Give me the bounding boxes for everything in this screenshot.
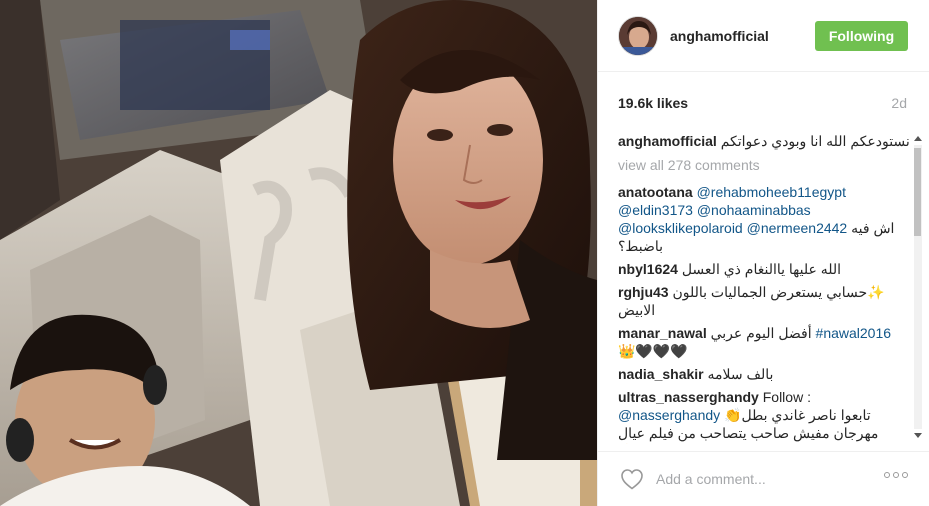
post-photo[interactable] bbox=[0, 0, 597, 506]
view-all-comments-link[interactable]: view all 278 comments bbox=[618, 156, 910, 174]
following-button[interactable]: Following bbox=[815, 21, 908, 51]
list-item: nadia_shakir بالف سلامه bbox=[618, 365, 910, 383]
comment-username[interactable]: nadia_shakir bbox=[618, 366, 704, 382]
comment-lead: Follow : bbox=[762, 389, 811, 405]
selfie-photo-illustration bbox=[0, 0, 597, 506]
dot-icon bbox=[884, 472, 890, 478]
comment-username[interactable]: manar_nawal bbox=[618, 325, 707, 341]
caption: anghamofficial نستودعكم الله انا وبودي د… bbox=[618, 132, 910, 150]
list-item: manar_nawal أفضل اليوم عربي #nawal2016 👑… bbox=[618, 324, 910, 360]
likes-count[interactable]: 19.6k likes bbox=[618, 95, 688, 111]
more-options-icon[interactable] bbox=[884, 472, 908, 478]
list-item: nbyl1624 الله عليها ياالنغام ذي العسل bbox=[618, 260, 910, 278]
add-comment-input[interactable] bbox=[656, 471, 856, 487]
comment-text: بالف سلامه bbox=[707, 366, 774, 382]
scroll-up-icon[interactable] bbox=[914, 136, 922, 141]
list-item: rghju43 ✨حسابي يستعرض الجماليات باللون ا… bbox=[618, 283, 910, 319]
list-item: anatootana @rehabmoheeb11egypt @eldin317… bbox=[618, 183, 910, 255]
post-footer bbox=[598, 451, 929, 506]
comment-emoji-trail: 👑🖤🖤🖤 bbox=[618, 343, 688, 359]
heart-icon[interactable] bbox=[620, 468, 644, 490]
comment-mention[interactable]: @nasserghandy bbox=[618, 407, 720, 423]
dot-icon bbox=[893, 472, 899, 478]
list-item: ultras_nasserghandy Follow : @nasserghan… bbox=[618, 388, 910, 444]
header-username[interactable]: anghamofficial bbox=[670, 28, 769, 44]
dot-icon bbox=[902, 472, 908, 478]
post-stats: 19.6k likes 2d bbox=[618, 95, 907, 111]
comment-mention[interactable]: @looksklikepolaroid bbox=[618, 220, 743, 236]
post-header: anghamofficial Following bbox=[598, 0, 929, 72]
comments-scrollbar[interactable] bbox=[913, 136, 922, 438]
comment-username[interactable]: ultras_nasserghandy bbox=[618, 389, 759, 405]
comment-username[interactable]: nbyl1624 bbox=[618, 261, 678, 277]
comment-mention[interactable]: @nohaaminabbas bbox=[697, 202, 811, 218]
post-age[interactable]: 2d bbox=[891, 95, 907, 111]
caption-username[interactable]: anghamofficial bbox=[618, 133, 717, 149]
post-sidebar: anghamofficial Following 19.6k likes 2d … bbox=[597, 0, 929, 506]
comment-text: الله عليها ياالنغام ذي العسل bbox=[681, 261, 842, 277]
comment-username[interactable]: anatootana bbox=[618, 184, 693, 200]
post-dialog: anghamofficial Following 19.6k likes 2d … bbox=[0, 0, 929, 506]
caption-text: نستودعكم الله انا وبودي دعواتكم bbox=[720, 133, 910, 149]
comment-text: تابعوا ناصر غاندي بطل👏 bbox=[724, 407, 871, 423]
scrollbar-thumb[interactable] bbox=[914, 148, 921, 236]
comment-mention[interactable]: @rehabmoheeb11egypt bbox=[697, 184, 846, 200]
avatar[interactable] bbox=[618, 15, 658, 56]
scroll-down-icon[interactable] bbox=[914, 433, 922, 438]
comment-text-continued: مهرجان مفيش صاحب يتصاحب من فيلم عيال حري… bbox=[618, 425, 879, 444]
comment-mention[interactable]: @eldin3173 bbox=[618, 202, 693, 218]
comment-username[interactable]: rghju43 bbox=[618, 284, 669, 300]
profile-avatar-icon bbox=[619, 16, 657, 55]
comments-list[interactable]: anghamofficial نستودعكم الله انا وبودي د… bbox=[618, 126, 910, 444]
comment-mention[interactable]: @nermeen2442 bbox=[747, 220, 848, 236]
comment-text: أفضل اليوم عربي bbox=[710, 325, 812, 341]
comment-hashtag[interactable]: #nawal2016 bbox=[816, 325, 892, 341]
